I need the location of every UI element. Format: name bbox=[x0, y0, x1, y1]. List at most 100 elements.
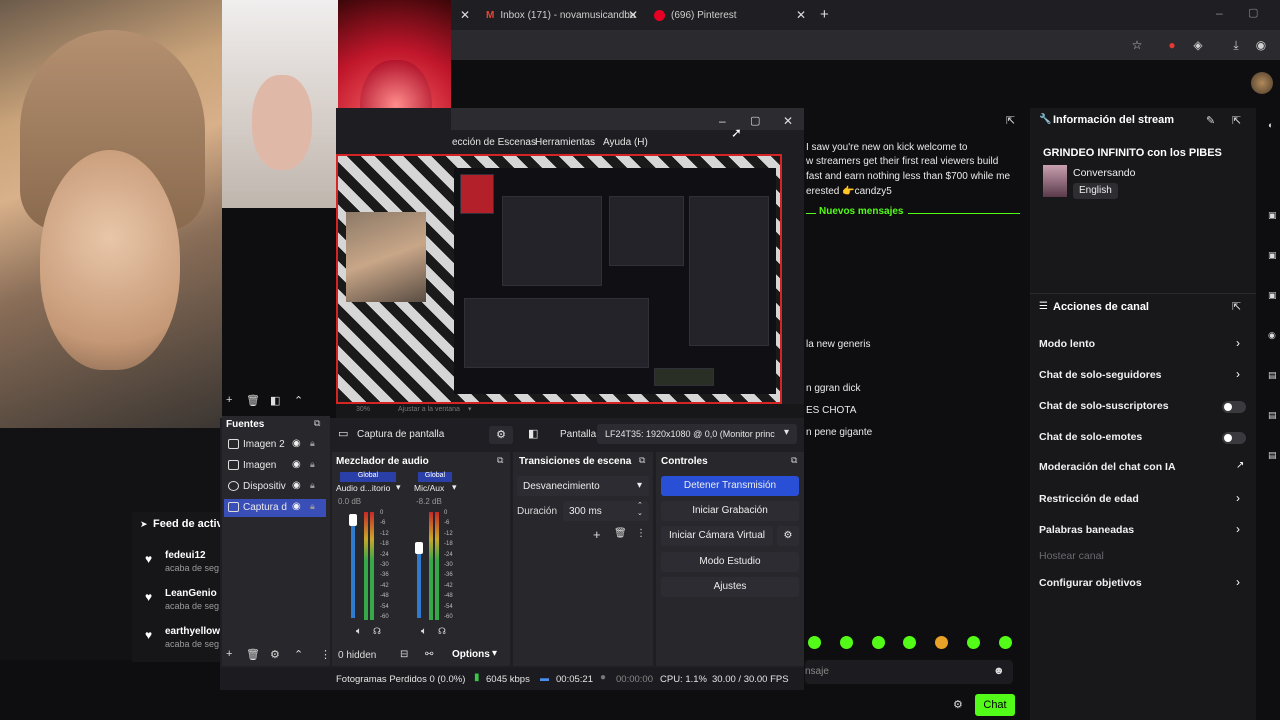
fader-handle[interactable] bbox=[349, 514, 357, 526]
bookmark-star-icon[interactable]: ☆ bbox=[1130, 38, 1144, 52]
source-item[interactable]: Captura d ◉ 🔒︎ bbox=[224, 499, 326, 517]
chevron-right-icon[interactable]: › bbox=[1236, 575, 1240, 589]
more-icon[interactable]: ⋮ bbox=[320, 648, 331, 661]
emoji-icon[interactable]: ☻ bbox=[993, 665, 1005, 677]
puzzle-icon[interactable]: ◈ bbox=[1191, 38, 1205, 52]
menu-help[interactable]: Ayuda (H) bbox=[603, 137, 648, 148]
chevron-right-icon[interactable]: › bbox=[1236, 491, 1240, 505]
popout-icon[interactable]: ⇱ bbox=[1006, 114, 1015, 127]
menu-tools[interactable]: Herramientas bbox=[535, 137, 595, 148]
emote-icon[interactable] bbox=[840, 636, 853, 649]
eye-icon[interactable]: ◉ bbox=[292, 480, 301, 491]
link-icon[interactable]: ⚯ bbox=[425, 649, 433, 660]
maximize-icon[interactable]: ▢ bbox=[1248, 6, 1258, 19]
add-icon[interactable]: + bbox=[593, 527, 601, 542]
strip-icon[interactable]: ▤ bbox=[1268, 450, 1278, 460]
emote-icon[interactable] bbox=[935, 636, 948, 649]
source-item[interactable]: Imagen ◉ 🔒︎ bbox=[224, 457, 326, 475]
add-icon[interactable]: + bbox=[226, 648, 232, 660]
emote-icon[interactable] bbox=[903, 636, 916, 649]
chevron-right-icon[interactable]: › bbox=[1236, 367, 1240, 381]
gear-icon[interactable]: ⚙ bbox=[270, 648, 280, 661]
start-virtual-camera-button[interactable]: Iniciar Cámara Virtual bbox=[661, 526, 773, 546]
display-select[interactable]: LF24T35: 1920x1080 @ 0,0 (Monitor princ bbox=[597, 424, 797, 444]
close-tab-icon[interactable]: ✕ bbox=[460, 8, 470, 22]
virtual-camera-settings-button[interactable]: ⚙ bbox=[777, 526, 799, 546]
chevron-right-icon[interactable]: › bbox=[1236, 336, 1240, 350]
eye-icon[interactable]: ◉ bbox=[292, 501, 301, 512]
emote-icon[interactable] bbox=[872, 636, 885, 649]
speaker-icon[interactable]: 🔈︎ bbox=[356, 626, 362, 637]
strip-icon[interactable]: ▤ bbox=[1268, 410, 1278, 420]
trash-icon[interactable]: 🗑︎ bbox=[246, 394, 260, 407]
chevron-down-icon[interactable]: ▾ bbox=[452, 482, 457, 493]
lock-icon[interactable]: 🔒︎ bbox=[310, 459, 315, 470]
chevron-down-icon[interactable]: ▾ bbox=[396, 482, 401, 493]
extension-icon[interactable]: ● bbox=[1165, 38, 1179, 52]
headphones-icon[interactable]: ☊ bbox=[373, 626, 381, 637]
action-ai-moderation[interactable]: Moderación del chat con IA bbox=[1039, 461, 1176, 473]
chevron-down-icon[interactable]: ▾ bbox=[492, 648, 497, 659]
undock-icon[interactable]: ⧉ bbox=[791, 455, 797, 466]
category-thumbnail[interactable] bbox=[1043, 165, 1067, 197]
filters-icon[interactable]: ◧ bbox=[528, 427, 538, 440]
preview-fit[interactable]: Ajustar a la ventana bbox=[398, 406, 460, 413]
new-tab-icon[interactable]: + bbox=[820, 6, 829, 23]
source-item[interactable]: Imagen 2 ◉ 🔒︎ bbox=[224, 436, 326, 454]
action-banned-words[interactable]: Palabras baneadas bbox=[1039, 524, 1134, 536]
tab-gmail[interactable]: M Inbox (171) - novamusicandbu bbox=[486, 4, 635, 26]
gear-icon[interactable]: ⚙ bbox=[953, 698, 963, 711]
profile-icon[interactable]: ◉ bbox=[1254, 38, 1268, 52]
chevron-right-icon[interactable]: › bbox=[1236, 522, 1240, 536]
volume-fader[interactable] bbox=[417, 548, 421, 618]
popout-icon[interactable]: ⇱ bbox=[1232, 300, 1241, 313]
close-icon[interactable]: ✕ bbox=[783, 114, 793, 128]
menu-scene-collection[interactable]: ección de Escenas bbox=[452, 137, 536, 148]
action-slow-mode[interactable]: Modo lento bbox=[1039, 338, 1095, 350]
add-icon[interactable]: + bbox=[226, 394, 232, 406]
duration-input[interactable]: 300 ms ⌃ ⌄ bbox=[563, 501, 649, 521]
eye-icon[interactable]: ◉ bbox=[292, 459, 301, 470]
tab-pinterest[interactable]: (696) Pinterest bbox=[654, 4, 737, 26]
emote-icon[interactable] bbox=[999, 636, 1012, 649]
feed-user[interactable]: fedeui12 bbox=[165, 550, 206, 561]
close-tab-icon[interactable]: ✕ bbox=[628, 8, 638, 22]
feed-user[interactable]: LeanGenio bbox=[165, 588, 217, 599]
edit-icon[interactable]: ✎ bbox=[1206, 114, 1215, 127]
emote-icon[interactable] bbox=[808, 636, 821, 649]
settings-button[interactable]: Ajustes bbox=[661, 577, 799, 597]
options-menu[interactable]: Options bbox=[452, 649, 490, 660]
minimize-icon[interactable]: – bbox=[1216, 6, 1223, 20]
avatar[interactable] bbox=[1251, 72, 1273, 94]
source-item[interactable]: Dispositiv ◉ 🔒︎ bbox=[224, 478, 326, 496]
move-up-icon[interactable]: ⌃ bbox=[294, 394, 303, 407]
chevron-down-icon[interactable]: ▾ bbox=[784, 427, 789, 438]
move-up-icon[interactable]: ⌃ bbox=[294, 648, 303, 661]
undock-icon[interactable]: ⧉ bbox=[497, 455, 503, 466]
volume-fader[interactable] bbox=[351, 518, 355, 618]
speaker-icon[interactable]: 🔈︎ bbox=[421, 626, 427, 637]
strip-icon[interactable]: ◐ bbox=[1268, 120, 1278, 130]
action-followers-only[interactable]: Chat de solo-seguidores bbox=[1039, 369, 1162, 381]
download-icon[interactable]: ⤓ bbox=[1229, 38, 1243, 52]
hidden-count[interactable]: 0 hidden bbox=[338, 650, 376, 661]
close-tab-icon[interactable]: ✕ bbox=[796, 8, 806, 22]
subs-only-toggle[interactable] bbox=[1222, 401, 1246, 413]
chevron-down-icon[interactable]: ▾ bbox=[468, 405, 472, 413]
fader-handle[interactable] bbox=[415, 542, 423, 554]
studio-mode-button[interactable]: Modo Estudio bbox=[661, 552, 799, 572]
strip-icon[interactable]: ◉ bbox=[1268, 330, 1278, 340]
external-link-icon[interactable]: ↗ bbox=[1236, 460, 1244, 471]
stop-streaming-button[interactable]: Detener Transmisión bbox=[661, 476, 799, 496]
obs-preview[interactable] bbox=[336, 154, 782, 404]
trash-icon[interactable]: 🗑︎ bbox=[246, 648, 260, 661]
stepper-icon[interactable]: ⌃ ⌄ bbox=[637, 501, 643, 517]
gear-icon[interactable]: ⚙ bbox=[489, 426, 513, 444]
channel-name[interactable]: Mic/Aux bbox=[414, 483, 444, 493]
lock-icon[interactable]: 🔒︎ bbox=[310, 501, 315, 512]
undock-icon[interactable]: ⧉ bbox=[639, 455, 645, 466]
headphones-icon[interactable]: ☊ bbox=[438, 626, 446, 637]
action-set-goals[interactable]: Configurar objetivos bbox=[1039, 577, 1142, 589]
undock-icon[interactable]: ⧉ bbox=[314, 418, 320, 429]
eye-icon[interactable]: ◉ bbox=[292, 438, 301, 449]
